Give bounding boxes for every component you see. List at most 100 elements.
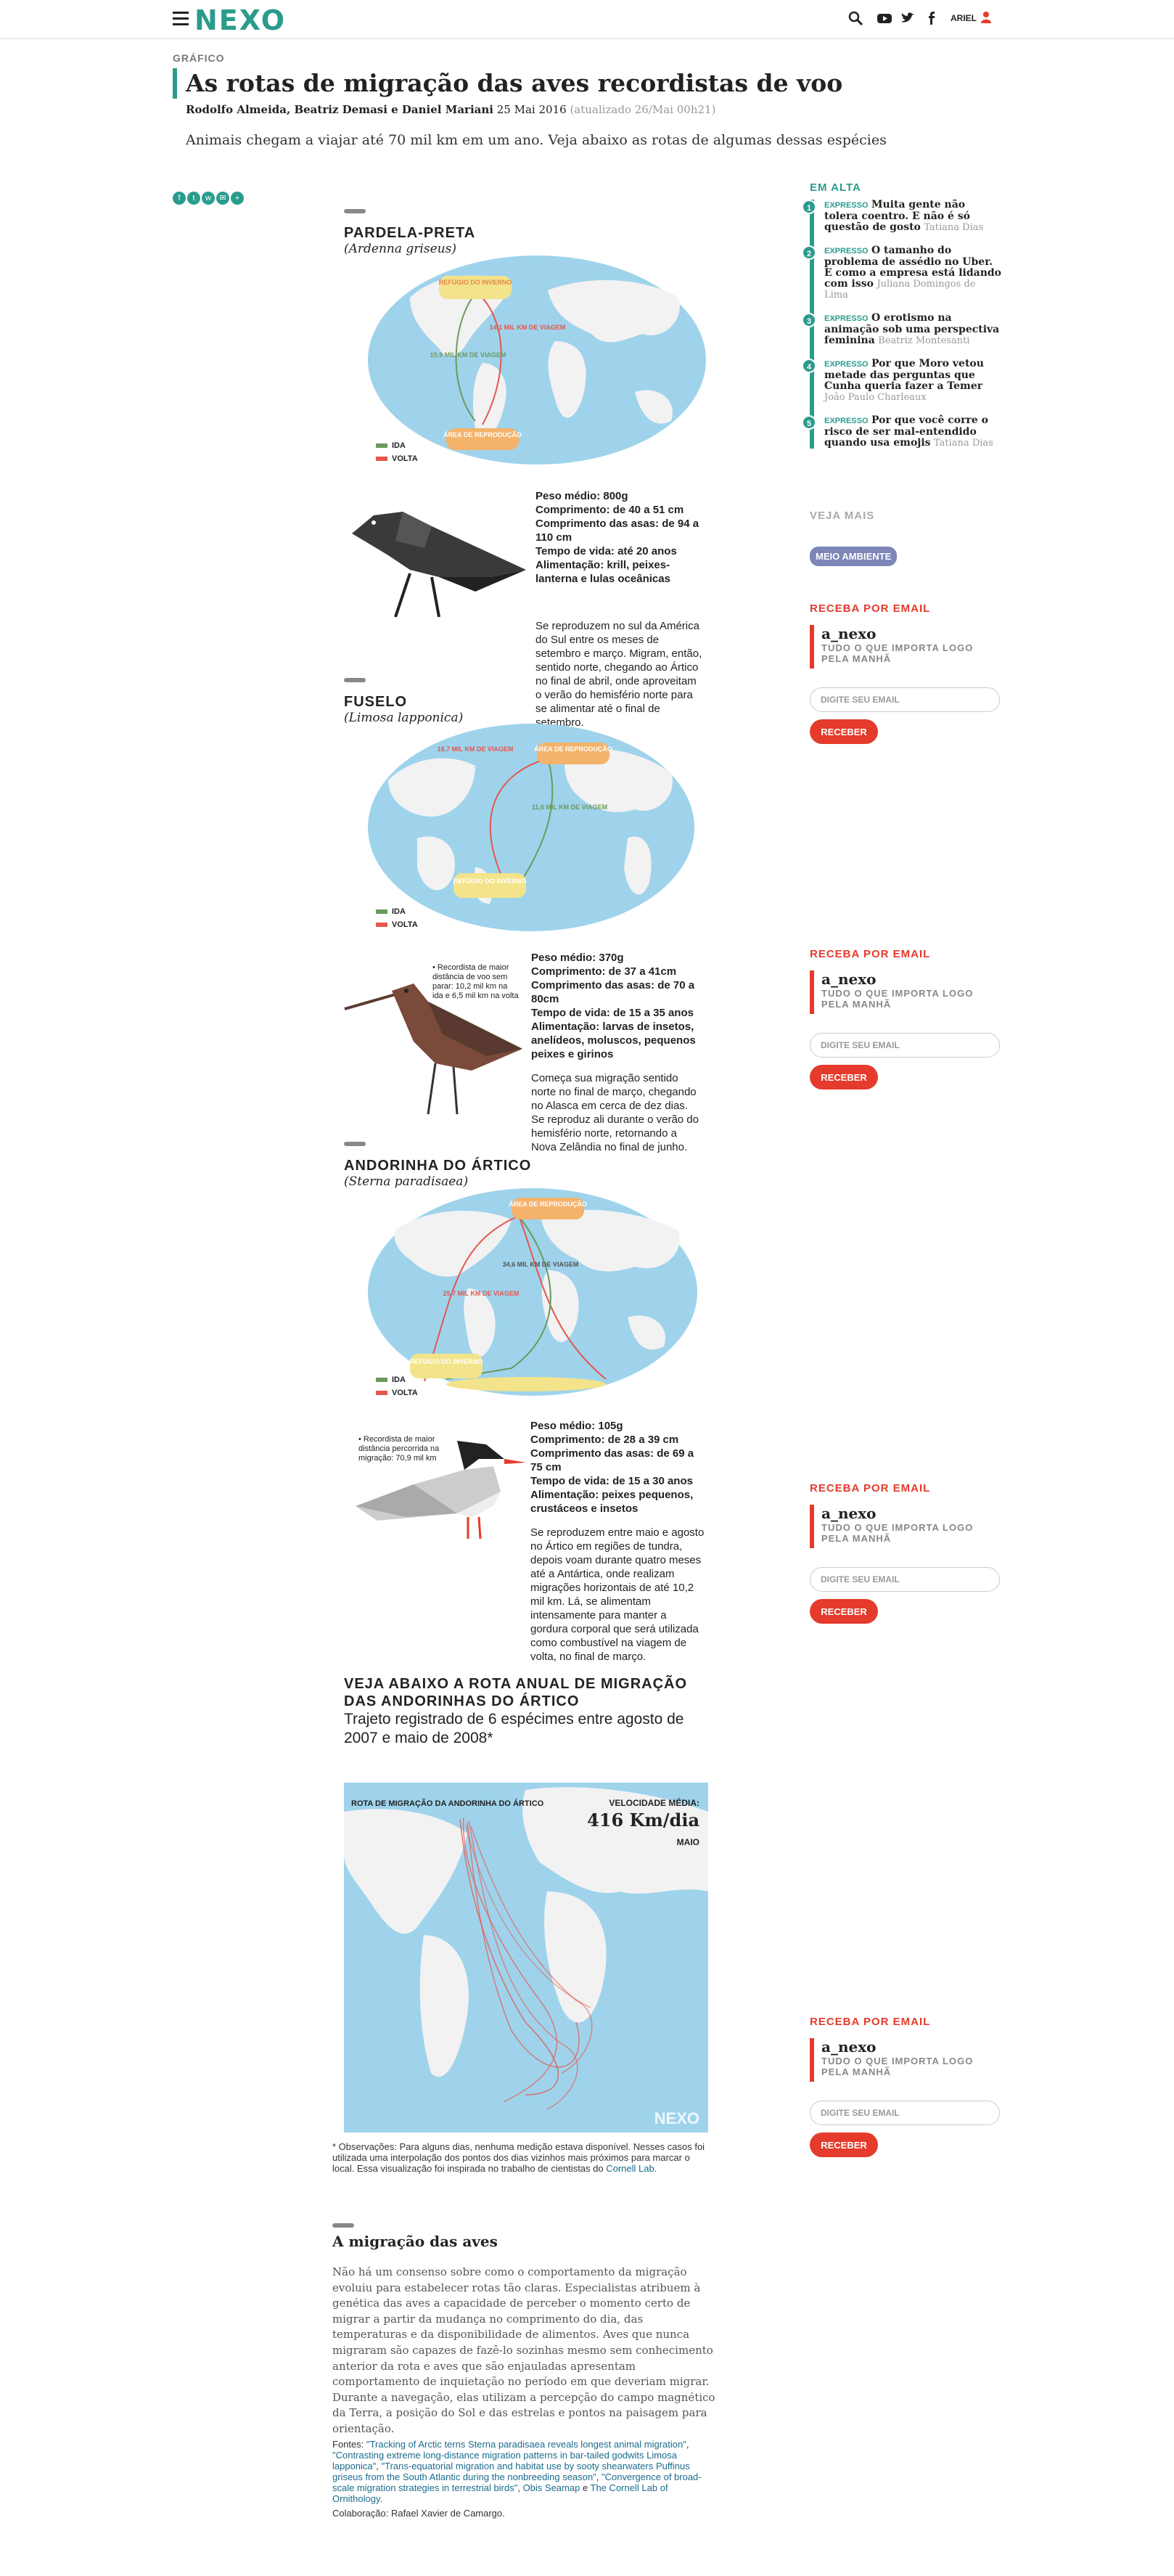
- trending-author: Tatiana Dias: [924, 222, 984, 233]
- migration-map-fuselo: REFÚGIO DO INVERNO ÁREA DE REPRODUÇÃO 11…: [368, 724, 694, 931]
- fact-label: Alimentação:: [535, 559, 604, 571]
- legend-volta: VOLTA: [392, 454, 418, 463]
- newsletter-heading: RECEBA POR EMAIL: [810, 2016, 931, 2028]
- subscribe-button[interactable]: RECEBER: [810, 1065, 878, 1089]
- email-field[interactable]: DIGITE SEU EMAIL: [810, 1567, 1000, 1592]
- fact-label: Comprimento:: [535, 504, 610, 516]
- fact-value: de 40 a 51 cm: [612, 504, 684, 516]
- newsletter-tagline: TUDO O QUE IMPORTA LOGO PELA MANHÃ: [821, 642, 974, 664]
- bird-name: PARDELA-PRETA: [344, 225, 476, 241]
- map-label-ida-distance: 15,9 MIL KM DE VIAGEM: [430, 351, 506, 359]
- annual-route-map: ROTA DE MIGRAÇÃO DA ANDORINHA DO ÁRTICO …: [344, 1783, 708, 2133]
- fact-label: Comprimento das asas:: [530, 1447, 654, 1460]
- article-kicker[interactable]: GRÁFICO: [173, 52, 971, 64]
- see-more-heading: VEJA MAIS: [810, 510, 875, 522]
- bird-facts-andorinha: Peso médio: 105g Comprimento: de 28 a 39…: [530, 1419, 705, 1664]
- fact-label: Alimentação:: [531, 1021, 600, 1033]
- section-divider: [332, 2223, 354, 2228]
- section-title: A migração das aves: [332, 2233, 498, 2250]
- newsletter-heading: RECEBA POR EMAIL: [810, 602, 931, 615]
- section-divider: [344, 1142, 366, 1146]
- newsletter-tagline: TUDO O QUE IMPORTA LOGO PELA MANHÃ: [821, 2056, 974, 2077]
- newsletter-logo: a_nexo: [821, 625, 877, 642]
- article-subtitle: Animais chegam a viajar até 70 mil km em…: [186, 132, 887, 148]
- map-label-breeding: ÁREA DE REPRODUÇÃO: [509, 1201, 587, 1208]
- fact-label: Tempo de vida:: [530, 1475, 609, 1487]
- bird-header-2: FUSELO (Limosa lapponica): [344, 684, 463, 725]
- bird-illustration-andorinha: [356, 1441, 526, 1540]
- authors: Rodolfo Almeida, Beatriz Demasi e Daniel…: [186, 103, 493, 116]
- newsletter-logo: a_nexo: [821, 1505, 877, 1522]
- facebook-icon[interactable]: [926, 10, 936, 26]
- bird-facts-fuselo: Peso médio: 370g Comprimento: de 37 a 41…: [531, 951, 702, 1154]
- whatsapp-share-icon[interactable]: w: [202, 192, 215, 205]
- newsletter-box: RECEBA POR EMAIL a_nexo TUDO O QUE IMPORT…: [810, 948, 1001, 1089]
- source-link[interactable]: Obis Seamap: [523, 2482, 580, 2493]
- bird-header-1: PARDELA-PRETA (Ardenna griseus): [344, 215, 475, 256]
- bird-illustration-fuselo: [344, 984, 522, 1115]
- twitter-icon[interactable]: [900, 10, 916, 26]
- collaboration: Colaboração: Rafael Xavier de Camargo.: [332, 2508, 505, 2519]
- menu-icon[interactable]: [173, 12, 189, 25]
- user-icon[interactable]: [981, 11, 991, 27]
- trending-item[interactable]: 5 EXPRESSO Por que você corre o risco de …: [802, 415, 1001, 449]
- cornell-lab-link[interactable]: Cornell Lab.: [606, 2163, 657, 2174]
- trending-author: Beatriz Montesanti: [878, 335, 970, 346]
- legend-volta: VOLTA: [392, 920, 418, 929]
- fact-label: Comprimento das asas:: [535, 518, 660, 530]
- fact-label: Comprimento:: [531, 965, 606, 978]
- newsletter-tagline: TUDO O QUE IMPORTA LOGO PELA MANHÃ: [821, 1522, 974, 1544]
- publish-date: 25 Mai 2016: [496, 103, 567, 116]
- annual-map-label: ROTA DE MIGRAÇÃO DA ANDORINHA DO ÁRTICO: [351, 1799, 544, 1808]
- site-logo[interactable]: NEXO: [194, 4, 286, 36]
- page-title: As rotas de migração das aves recordista…: [186, 69, 843, 97]
- trending-item[interactable]: 4 EXPRESSO Por que Moro vetou metade das …: [802, 359, 1001, 403]
- collab-label: Colaboração:: [332, 2508, 389, 2519]
- nexo-watermark: NEXO: [654, 2109, 699, 2127]
- newsletter-box: RECEBA POR EMAIL a_nexo TUDO O QUE IMPORT…: [810, 2016, 1001, 2157]
- updated-date: (atualizado 26/Mai 00h21): [570, 103, 716, 116]
- subscribe-button[interactable]: RECEBER: [810, 719, 878, 744]
- map-legend: IDA VOLTA: [376, 1375, 418, 1397]
- email-share-icon[interactable]: ✉: [216, 192, 229, 205]
- facebook-share-icon[interactable]: f: [173, 192, 186, 205]
- subscribe-button[interactable]: RECEBER: [810, 2133, 878, 2157]
- source-link[interactable]: "Tracking of Arctic terns Sterna paradis…: [366, 2439, 686, 2450]
- trending-author: João Paulo Charleaux: [824, 392, 927, 403]
- trending-number: 5: [802, 415, 816, 430]
- fact-label: Peso médio:: [530, 1420, 596, 1432]
- bird-description: Se reproduzem no sul da América do Sul e…: [535, 620, 702, 729]
- youtube-icon[interactable]: [877, 10, 892, 26]
- more-share-icon[interactable]: +: [231, 192, 244, 205]
- bird-name: ANDORINHA DO ÁRTICO: [344, 1158, 532, 1174]
- trending-item[interactable]: 3 EXPRESSO O erotismo na animação sob uma…: [802, 313, 1001, 346]
- email-field[interactable]: DIGITE SEU EMAIL: [810, 1033, 1000, 1058]
- email-field[interactable]: DIGITE SEU EMAIL: [810, 687, 1000, 712]
- map-legend: IDA VOLTA: [376, 907, 418, 929]
- fact-value: de 15 a 30 anos: [612, 1475, 693, 1487]
- search-icon[interactable]: [847, 10, 863, 26]
- legend-ida: IDA: [392, 441, 406, 450]
- map-label-breeding: ÁREA DE REPRODUÇÃO: [443, 431, 522, 438]
- fact-value: 370g: [599, 952, 624, 964]
- sources-label: Fontes:: [332, 2439, 364, 2450]
- fact-value: de 37 a 41cm: [608, 965, 677, 978]
- section-body: Não há um consenso sobre como o comporta…: [332, 2265, 715, 2435]
- bird-header-3: ANDORINHA DO ÁRTICO (Sterna paradisaea): [344, 1148, 531, 1189]
- fact-value: 105g: [598, 1420, 623, 1432]
- topic-tag[interactable]: MEIO AMBIENTE: [810, 547, 898, 566]
- trending-item[interactable]: 2 EXPRESSO O tamanho do problema de asséd…: [802, 245, 1001, 300]
- twitter-share-icon[interactable]: t: [187, 192, 200, 205]
- section-divider: [344, 678, 366, 682]
- migration-map-andorinha: REFÚGIO DO INVERNO ÁREA DE REPRODUÇÃO 34…: [368, 1188, 697, 1396]
- bird-description: Se reproduzem entre maio e agosto no Árt…: [530, 1526, 705, 1663]
- byline: Rodolfo Almeida, Beatriz Demasi e Daniel…: [186, 103, 971, 116]
- user-name[interactable]: ARIEL: [951, 13, 977, 23]
- bird-description: Começa sua migração sentido norte no fin…: [531, 1072, 699, 1153]
- section-divider: [344, 209, 366, 213]
- email-field[interactable]: DIGITE SEU EMAIL: [810, 2101, 1000, 2125]
- subscribe-button[interactable]: RECEBER: [810, 1599, 878, 1624]
- fact-value: 800g: [603, 490, 628, 502]
- trending-tag: EXPRESSO: [824, 314, 869, 323]
- trending-item[interactable]: 1 EXPRESSO Muita gente não tolera coentro…: [802, 200, 1001, 233]
